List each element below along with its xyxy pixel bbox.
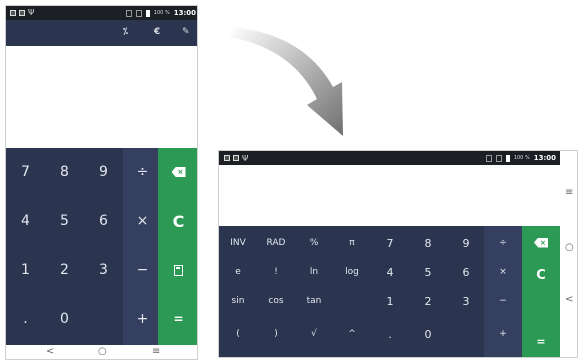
clear-button[interactable]: C: [522, 259, 560, 292]
key-multiply[interactable]: ×: [123, 197, 162, 245]
key-2[interactable]: 2: [409, 288, 447, 314]
key-5[interactable]: 5: [409, 259, 447, 285]
portrait-phone: Ψ 100 % 13:00 ⁒ € ✎ 7 8 9 ÷ 4 5 6 × 1 2 …: [5, 5, 198, 360]
key-6[interactable]: 6: [447, 259, 485, 285]
keypad: 7 8 9 ÷ 4 5 6 × 1 2 3 − . 0 + × C =: [6, 148, 197, 345]
key-power[interactable]: ^: [333, 321, 371, 347]
back-button[interactable]: <: [565, 294, 573, 305]
sim-icon: [485, 154, 492, 162]
calculator-mode-button[interactable]: [158, 246, 197, 294]
key-divide[interactable]: ÷: [123, 148, 162, 196]
key-log[interactable]: log: [333, 259, 371, 285]
calculator-toolbar: ⁒ € ✎: [6, 20, 197, 46]
key-cos[interactable]: cos: [257, 288, 295, 314]
key-8[interactable]: 8: [45, 148, 84, 196]
key-3[interactable]: 3: [84, 246, 123, 294]
equals-button[interactable]: =: [522, 325, 560, 357]
percent-icon[interactable]: ⁒: [123, 27, 128, 37]
notification-icon: [224, 155, 230, 161]
notification-icon: [10, 10, 16, 16]
currency-icon[interactable]: €: [154, 27, 160, 37]
empty-action-slot: [522, 292, 560, 325]
key-factorial[interactable]: !: [257, 259, 295, 285]
key-1[interactable]: 1: [371, 288, 409, 314]
keypad: INV RAD % π 7 8 9 ÷ e ! ln log 4 5 6 × s…: [219, 226, 560, 357]
key-plus[interactable]: +: [484, 321, 522, 347]
sim-icon: [135, 9, 142, 17]
calculator-display: [6, 46, 197, 148]
landscape-phone: Ψ 100 % 13:00 INV RAD % π 7 8 9 ÷ e ! ln…: [218, 150, 578, 358]
usb-icon: Ψ: [28, 8, 35, 17]
key-0[interactable]: 0: [45, 295, 84, 343]
key-multiply[interactable]: ×: [484, 259, 522, 285]
key-8[interactable]: 8: [409, 230, 447, 256]
clear-button[interactable]: C: [158, 197, 197, 245]
key-4[interactable]: 4: [6, 197, 45, 245]
equals-button[interactable]: =: [158, 295, 197, 343]
battery-icon: [505, 154, 510, 162]
notification-icon: [19, 10, 25, 16]
key-7[interactable]: 7: [6, 148, 45, 196]
clock: 13:00: [173, 9, 196, 17]
home-button[interactable]: ○: [565, 242, 574, 253]
usb-icon: Ψ: [242, 153, 249, 163]
sim-icon: [495, 154, 502, 162]
calculator-icon: [174, 264, 183, 276]
battery-percent: 100 %: [513, 155, 530, 161]
key-e[interactable]: e: [219, 259, 257, 285]
key-1[interactable]: 1: [6, 246, 45, 294]
key-divide[interactable]: ÷: [484, 230, 522, 256]
status-bar: Ψ 100 % 13:00: [6, 6, 197, 20]
calculator-display: [219, 165, 560, 226]
key-4[interactable]: 4: [371, 259, 409, 285]
key-percent[interactable]: %: [295, 230, 333, 256]
rotate-arrow-icon: [230, 27, 343, 136]
key-close-paren[interactable]: ): [257, 321, 295, 347]
key-3[interactable]: 3: [447, 288, 485, 314]
notification-icon: [233, 155, 239, 161]
navigation-bar: ≡ ○ <: [560, 151, 577, 357]
key-9[interactable]: 9: [84, 148, 123, 196]
recents-button[interactable]: ≡: [152, 346, 160, 357]
key-rad[interactable]: RAD: [257, 230, 295, 256]
clock: 13:00: [533, 154, 556, 162]
backspace-icon: ×: [171, 167, 186, 177]
key-minus[interactable]: −: [123, 246, 162, 294]
key-ln[interactable]: ln: [295, 259, 333, 285]
key-5[interactable]: 5: [45, 197, 84, 245]
edit-icon[interactable]: ✎: [182, 27, 190, 37]
recents-button[interactable]: ≡: [565, 187, 573, 198]
home-button[interactable]: ○: [98, 346, 107, 357]
backspace-button[interactable]: ×: [522, 226, 560, 259]
key-decimal[interactable]: .: [371, 321, 409, 347]
status-bar: Ψ 100 % 13:00: [219, 151, 560, 165]
backspace-button[interactable]: ×: [158, 148, 197, 196]
key-sqrt[interactable]: √: [295, 321, 333, 347]
key-minus[interactable]: −: [484, 288, 522, 314]
battery-percent: 100 %: [153, 10, 170, 16]
key-decimal[interactable]: .: [6, 295, 45, 343]
key-tan[interactable]: tan: [295, 288, 333, 314]
key-9[interactable]: 9: [447, 230, 485, 256]
battery-icon: [145, 9, 150, 17]
key-6[interactable]: 6: [84, 197, 123, 245]
key-open-paren[interactable]: (: [219, 321, 257, 347]
key-7[interactable]: 7: [371, 230, 409, 256]
key-inv[interactable]: INV: [219, 230, 257, 256]
navigation-bar: < ○ ≡: [6, 345, 197, 359]
key-0[interactable]: 0: [409, 321, 447, 347]
backspace-icon: ×: [534, 237, 548, 248]
key-pi[interactable]: π: [333, 230, 371, 256]
back-button[interactable]: <: [46, 346, 54, 357]
sim-icon: [125, 9, 132, 17]
key-2[interactable]: 2: [45, 246, 84, 294]
key-sin[interactable]: sin: [219, 288, 257, 314]
key-plus[interactable]: +: [123, 295, 162, 343]
